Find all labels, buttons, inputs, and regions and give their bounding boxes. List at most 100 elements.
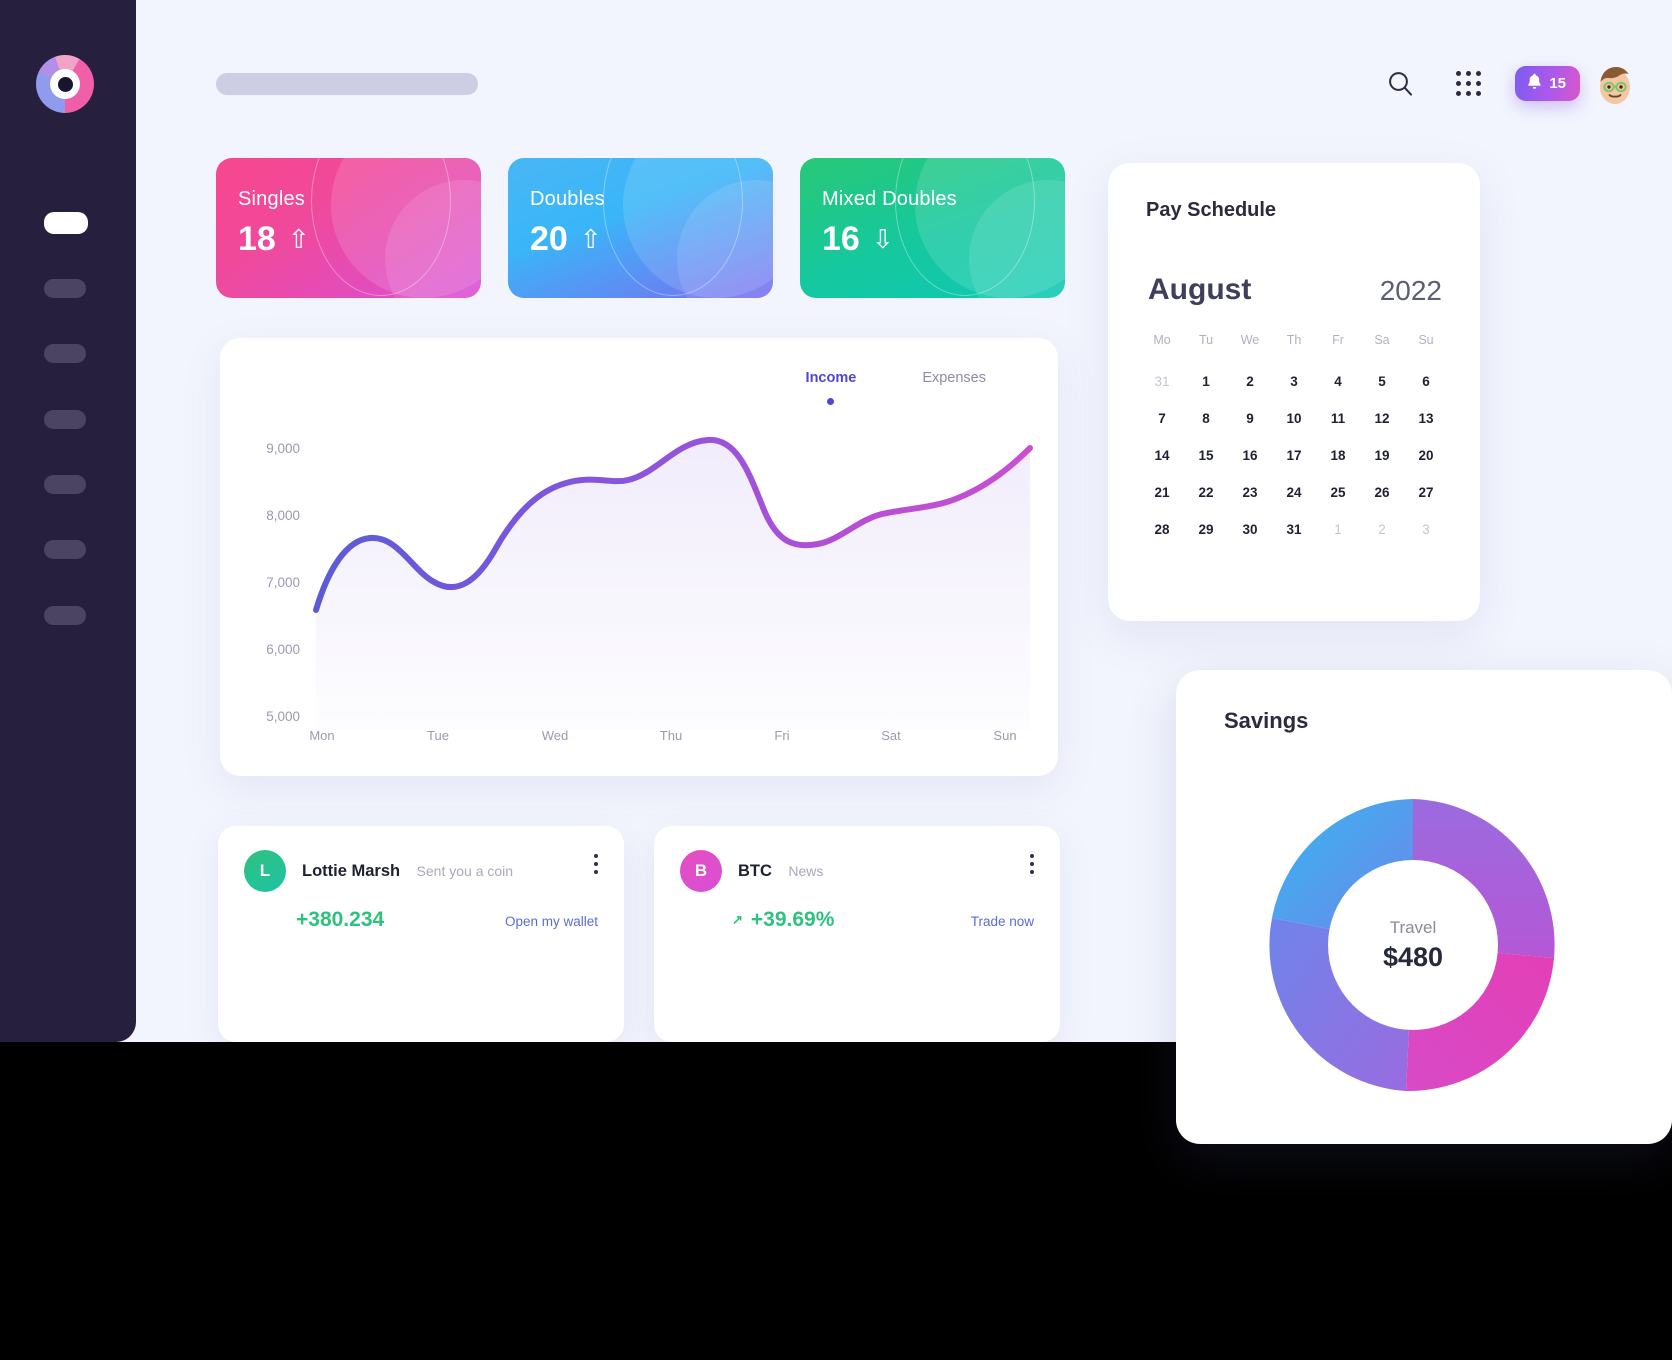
calendar-day[interactable]: 16 (1228, 437, 1272, 474)
stat-value-row: 18 ⇧ (238, 222, 310, 256)
stat-card-doubles[interactable]: Doubles 20 ⇧ (508, 158, 773, 298)
calendar-day[interactable]: 2 (1360, 511, 1404, 548)
calendar-day[interactable]: 1 (1184, 363, 1228, 400)
bell-icon (1527, 73, 1542, 94)
weekday-we: We (1240, 333, 1260, 347)
calendar-day[interactable]: 10 (1272, 400, 1316, 437)
stat-label: Doubles (530, 188, 605, 210)
calendar-day[interactable]: 21 (1140, 474, 1184, 511)
y-tick: 7,000 (266, 575, 300, 590)
calendar-day[interactable]: 4 (1316, 363, 1360, 400)
transaction-amount-row: ↗ +39.69% (732, 908, 834, 932)
calendar-day[interactable]: 27 (1404, 474, 1448, 511)
y-tick: 6,000 (266, 642, 300, 657)
legend-item-expenses[interactable]: Expenses (922, 370, 986, 386)
calendar-day[interactable]: 25 (1316, 474, 1360, 511)
calendar-day[interactable]: 30 (1228, 511, 1272, 548)
app-logo-icon[interactable] (36, 55, 94, 113)
calendar-day[interactable]: 7 (1140, 400, 1184, 437)
sidebar-item-4[interactable] (44, 410, 86, 429)
stat-card-mixed-doubles[interactable]: Mixed Doubles 16 ⇩ (800, 158, 1065, 298)
savings-card: Savings Travel $480 (1176, 670, 1672, 1144)
calendar-day[interactable]: 9 (1228, 400, 1272, 437)
stat-label: Singles (238, 188, 305, 210)
transaction-card-btc: B BTC News ↗ +39.69% Trade now (654, 826, 1060, 1042)
transaction-title-group: Lottie Marsh Sent you a coin (302, 862, 513, 881)
user-avatar[interactable] (1590, 58, 1640, 108)
trade-now-link[interactable]: Trade now (971, 914, 1034, 929)
more-vertical-icon[interactable] (1030, 854, 1034, 874)
sidebar-item-1[interactable] (44, 212, 88, 234)
x-tick: Wed (541, 728, 569, 743)
stat-value-row: 16 ⇩ (822, 222, 894, 256)
savings-amount: $480 (1382, 941, 1444, 972)
legend-label: Income (805, 370, 857, 386)
stat-label: Mixed Doubles (822, 188, 957, 210)
sidebar-item-5[interactable] (44, 475, 86, 494)
calendar-day[interactable]: 6 (1404, 363, 1448, 400)
weekday-su: Su (1418, 333, 1434, 347)
sidebar (0, 0, 136, 1042)
income-chart-card: Income Expenses 9,000 8,000 7,000 6,000 … (220, 338, 1058, 776)
savings-category: Travel (1389, 917, 1437, 937)
chart-legend: Income Expenses (806, 370, 986, 405)
calendar-day[interactable]: 18 (1316, 437, 1360, 474)
grid-apps-icon[interactable] (1447, 62, 1489, 104)
app-root: 15 Singles 18 ⇧ Doubles 20 ⇧ Mixed Doubl… (0, 0, 1672, 1360)
calendar-day[interactable]: 15 (1184, 437, 1228, 474)
calendar-day[interactable]: 13 (1404, 400, 1448, 437)
transaction-amount-row: +380.234 (296, 908, 384, 932)
trend-up-icon: ↗ (732, 912, 743, 927)
search-input[interactable] (216, 73, 478, 95)
calendar-day[interactable]: 23 (1228, 474, 1272, 511)
calendar-day[interactable]: 31 (1272, 511, 1316, 548)
open-wallet-link[interactable]: Open my wallet (505, 914, 598, 929)
weekday-sa: Sa (1374, 333, 1390, 347)
donut-center-label: Travel $480 (1330, 862, 1496, 1028)
search-icon[interactable] (1379, 62, 1421, 104)
calendar-day[interactable]: 31 (1140, 363, 1184, 400)
transaction-amount: +39.69% (750, 908, 835, 931)
calendar-day[interactable]: 5 (1360, 363, 1404, 400)
arrow-down-icon: ⇩ (871, 224, 894, 254)
calendar-day[interactable]: 19 (1360, 437, 1404, 474)
sidebar-item-7[interactable] (44, 606, 86, 625)
calendar-day[interactable]: 8 (1184, 400, 1228, 437)
avatar: L (244, 850, 286, 892)
calendar-day[interactable]: 3 (1404, 511, 1448, 548)
topbar-actions: 15 (1379, 62, 1580, 104)
calendar-day[interactable]: 1 (1316, 511, 1360, 548)
calendar-day[interactable]: 12 (1360, 400, 1404, 437)
x-tick: Sun (993, 728, 1017, 743)
calendar-day[interactable]: 17 (1272, 437, 1316, 474)
calendar-day[interactable]: 22 (1184, 474, 1228, 511)
calendar-week-row: 14 15 16 17 18 19 20 (1140, 437, 1448, 474)
sidebar-item-6[interactable] (44, 540, 86, 559)
stat-value: 20 (530, 220, 568, 258)
more-vertical-icon[interactable] (594, 854, 598, 874)
calendar-day[interactable]: 26 (1360, 474, 1404, 511)
calendar-day[interactable]: 11 (1316, 400, 1360, 437)
avatar: B (680, 850, 722, 892)
sidebar-item-3[interactable] (44, 344, 86, 363)
transaction-title-group: BTC News (738, 862, 823, 881)
legend-item-income[interactable]: Income (805, 370, 857, 405)
sidebar-item-2[interactable] (44, 279, 86, 298)
y-tick: 8,000 (266, 508, 300, 523)
calendar-week-row: 31 1 2 3 4 5 6 (1140, 363, 1448, 400)
notifications-badge[interactable]: 15 (1515, 65, 1580, 101)
calendar-day[interactable]: 29 (1184, 511, 1228, 548)
arrow-up-icon: ⇧ (579, 224, 602, 254)
transaction-name: BTC (738, 861, 772, 880)
calendar-day[interactable]: 14 (1140, 437, 1184, 474)
weekday-tu: Tu (1198, 333, 1214, 347)
calendar-day[interactable]: 24 (1272, 474, 1316, 511)
stat-value: 16 (822, 220, 860, 258)
logo-ring-inner (50, 69, 80, 99)
calendar-day[interactable]: 2 (1228, 363, 1272, 400)
weekday-fr: Fr (1332, 333, 1344, 347)
stat-card-singles[interactable]: Singles 18 ⇧ (216, 158, 481, 298)
calendar-day[interactable]: 3 (1272, 363, 1316, 400)
calendar-day[interactable]: 20 (1404, 437, 1448, 474)
calendar-day[interactable]: 28 (1140, 511, 1184, 548)
